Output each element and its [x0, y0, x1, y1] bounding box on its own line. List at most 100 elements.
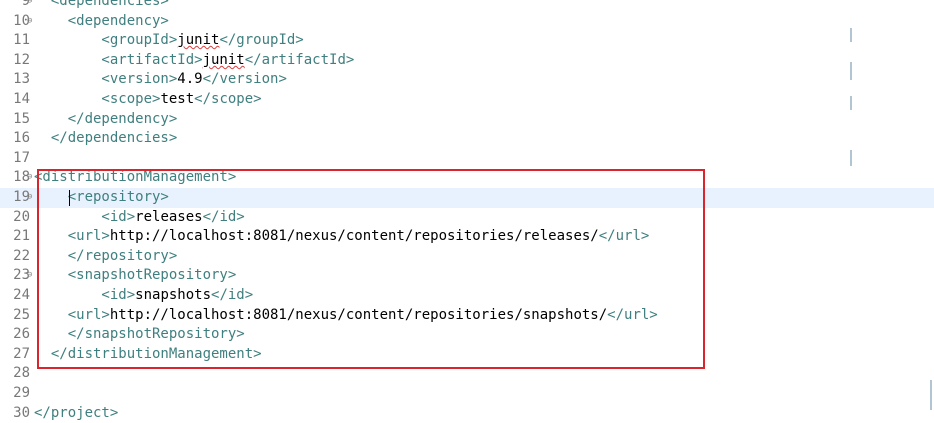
xml-text-token: releases — [135, 208, 203, 225]
code-line[interactable]: 25 <url>http://localhost:8081/nexus/cont… — [0, 306, 934, 326]
code-text: <id>releases</id> — [34, 208, 245, 228]
line-number: 18 — [13, 169, 30, 186]
code-line[interactable]: 17 — [0, 149, 934, 169]
code-line[interactable]: 13 <version>4.9</version> — [0, 70, 934, 90]
xml-tag-token: <version> — [34, 71, 178, 88]
fold-toggle-icon[interactable]: ⊖ — [27, 12, 32, 32]
xml-tag-token: <artifactId> — [34, 51, 203, 68]
xml-tag-token: </dependencies> — [34, 130, 178, 147]
xml-tag-token: </groupId> — [219, 32, 304, 49]
line-number: 21 — [13, 228, 30, 245]
xml-tag-token: </url> — [607, 306, 658, 323]
fold-toggle-icon[interactable]: ⊖ — [27, 0, 32, 12]
line-number: 11 — [13, 32, 30, 49]
code-text: <url>http://localhost:8081/nexus/content… — [34, 306, 658, 326]
overview-ruler-mark — [850, 28, 852, 42]
code-text: </distributionManagement> — [34, 345, 262, 365]
code-line[interactable]: 20 <id>releases</id> — [0, 208, 934, 228]
line-number: 15 — [13, 110, 30, 127]
code-text: <dependency> — [34, 12, 169, 32]
code-text: </dependencies> — [34, 129, 177, 149]
xml-tag-token: </snapshotRepository> — [34, 326, 245, 343]
xml-tag-token: <url> — [34, 306, 110, 323]
overview-ruler-mark — [850, 150, 852, 166]
line-number: 29 — [13, 385, 30, 401]
xml-tag-token: <id> — [34, 208, 136, 225]
code-line[interactable]: 10 ⊖ <dependency> — [0, 12, 934, 32]
xml-tag-token: </dependency> — [34, 110, 178, 127]
code-line[interactable]: 28 — [0, 364, 934, 384]
line-number: 10 — [13, 12, 30, 29]
code-text: <scope>test</scope> — [34, 90, 262, 110]
text-caret — [69, 190, 70, 206]
code-line[interactable]: 27 </distributionManagement> — [0, 345, 934, 365]
xml-tag-token: </project> — [34, 404, 119, 421]
xml-tag-token: </scope> — [194, 91, 262, 107]
xml-tag-token: </url> — [598, 228, 650, 245]
code-text: </snapshotRepository> — [34, 325, 245, 345]
xml-tag-token: </id> — [211, 287, 254, 303]
code-line[interactable]: 23 ⊖ <snapshotRepository> — [0, 266, 934, 286]
line-number: 24 — [13, 287, 30, 303]
line-number: 20 — [13, 208, 30, 225]
xml-text-token: 4.9 — [177, 71, 203, 88]
code-line[interactable]: 29 — [0, 384, 934, 404]
xml-tag-token: </id> — [202, 208, 245, 225]
line-number: 26 — [13, 326, 30, 343]
code-text: <dependencies> — [34, 0, 169, 12]
code-line[interactable]: 26 </snapshotRepository> — [0, 325, 934, 345]
line-number: 13 — [13, 71, 30, 88]
code-text: </repository> — [34, 247, 178, 267]
xml-tag-token: <url> — [34, 228, 110, 245]
code-line[interactable]: 15 </dependency> — [0, 110, 934, 130]
line-number: 23 — [13, 267, 30, 284]
code-line[interactable]: 12 <artifactId>junit</artifactId> — [0, 51, 934, 71]
code-line[interactable]: 18 ⊖ <distributionManagement> — [0, 168, 934, 188]
code-line[interactable]: 21 <url>http://localhost:8081/nexus/cont… — [0, 227, 934, 247]
line-number: 28 — [13, 365, 30, 382]
xml-text-token: junit — [202, 51, 245, 68]
code-line[interactable]: 30 </project> — [0, 404, 934, 423]
xml-tag-token: <dependency> — [34, 12, 169, 29]
xml-tag-token: <dependencies> — [34, 0, 169, 9]
code-line[interactable]: 14 <scope>test</scope> — [0, 90, 934, 110]
code-text: </project> — [34, 404, 118, 423]
line-number: 19 — [13, 189, 30, 205]
code-text: <version>4.9</version> — [34, 70, 286, 90]
line-number: 14 — [13, 91, 30, 107]
line-number: 22 — [13, 247, 30, 264]
code-text: <id>snapshots</id> — [34, 286, 253, 306]
xml-tag-token: <distributionManagement> — [34, 169, 237, 186]
code-text: <snapshotRepository> — [34, 266, 237, 286]
line-number: 16 — [13, 130, 30, 147]
code-line[interactable]: 11 <groupId>junit</groupId> — [0, 31, 934, 51]
code-text: </dependency> — [34, 110, 178, 130]
fold-toggle-icon[interactable]: ⊖ — [27, 188, 32, 208]
xml-tag-token: <id> — [34, 287, 136, 303]
xml-tag-token: <repository> — [34, 189, 169, 205]
overview-ruler-mark — [930, 380, 932, 410]
xml-tag-token: </distributionManagement> — [34, 345, 262, 362]
code-line[interactable]: 19 ⊖ <repository> — [0, 188, 934, 208]
xml-tag-token: <groupId> — [34, 32, 178, 49]
xml-tag-token: <snapshotRepository> — [34, 267, 237, 284]
line-number: 17 — [13, 149, 30, 166]
xml-code-editor[interactable]: 9 ⊖ <dependencies> 10 ⊖ <dependency> 11 <gro… — [0, 0, 934, 422]
xml-text-token: test — [160, 91, 195, 107]
code-text: <groupId>junit</groupId> — [34, 31, 304, 51]
fold-toggle-icon[interactable]: ⊖ — [27, 168, 32, 188]
code-line[interactable]: 9 ⊖ <dependencies> — [0, 0, 934, 12]
overview-ruler-mark — [850, 96, 852, 110]
code-text: <distributionManagement> — [34, 168, 236, 188]
fold-toggle-icon[interactable]: ⊖ — [27, 266, 32, 286]
code-line[interactable]: 16 </dependencies> — [0, 129, 934, 149]
line-number: 12 — [13, 51, 30, 68]
xml-text-token: snapshots — [135, 287, 212, 303]
overview-ruler-mark — [850, 62, 852, 80]
line-number: 30 — [13, 404, 30, 421]
code-line[interactable]: 22 </repository> — [0, 247, 934, 267]
xml-text-token: http://localhost:8081/nexus/content/repo… — [109, 306, 608, 323]
line-number: 27 — [13, 345, 30, 362]
code-text: <repository> — [34, 188, 169, 208]
code-line[interactable]: 24 <id>snapshots</id> — [0, 286, 934, 306]
